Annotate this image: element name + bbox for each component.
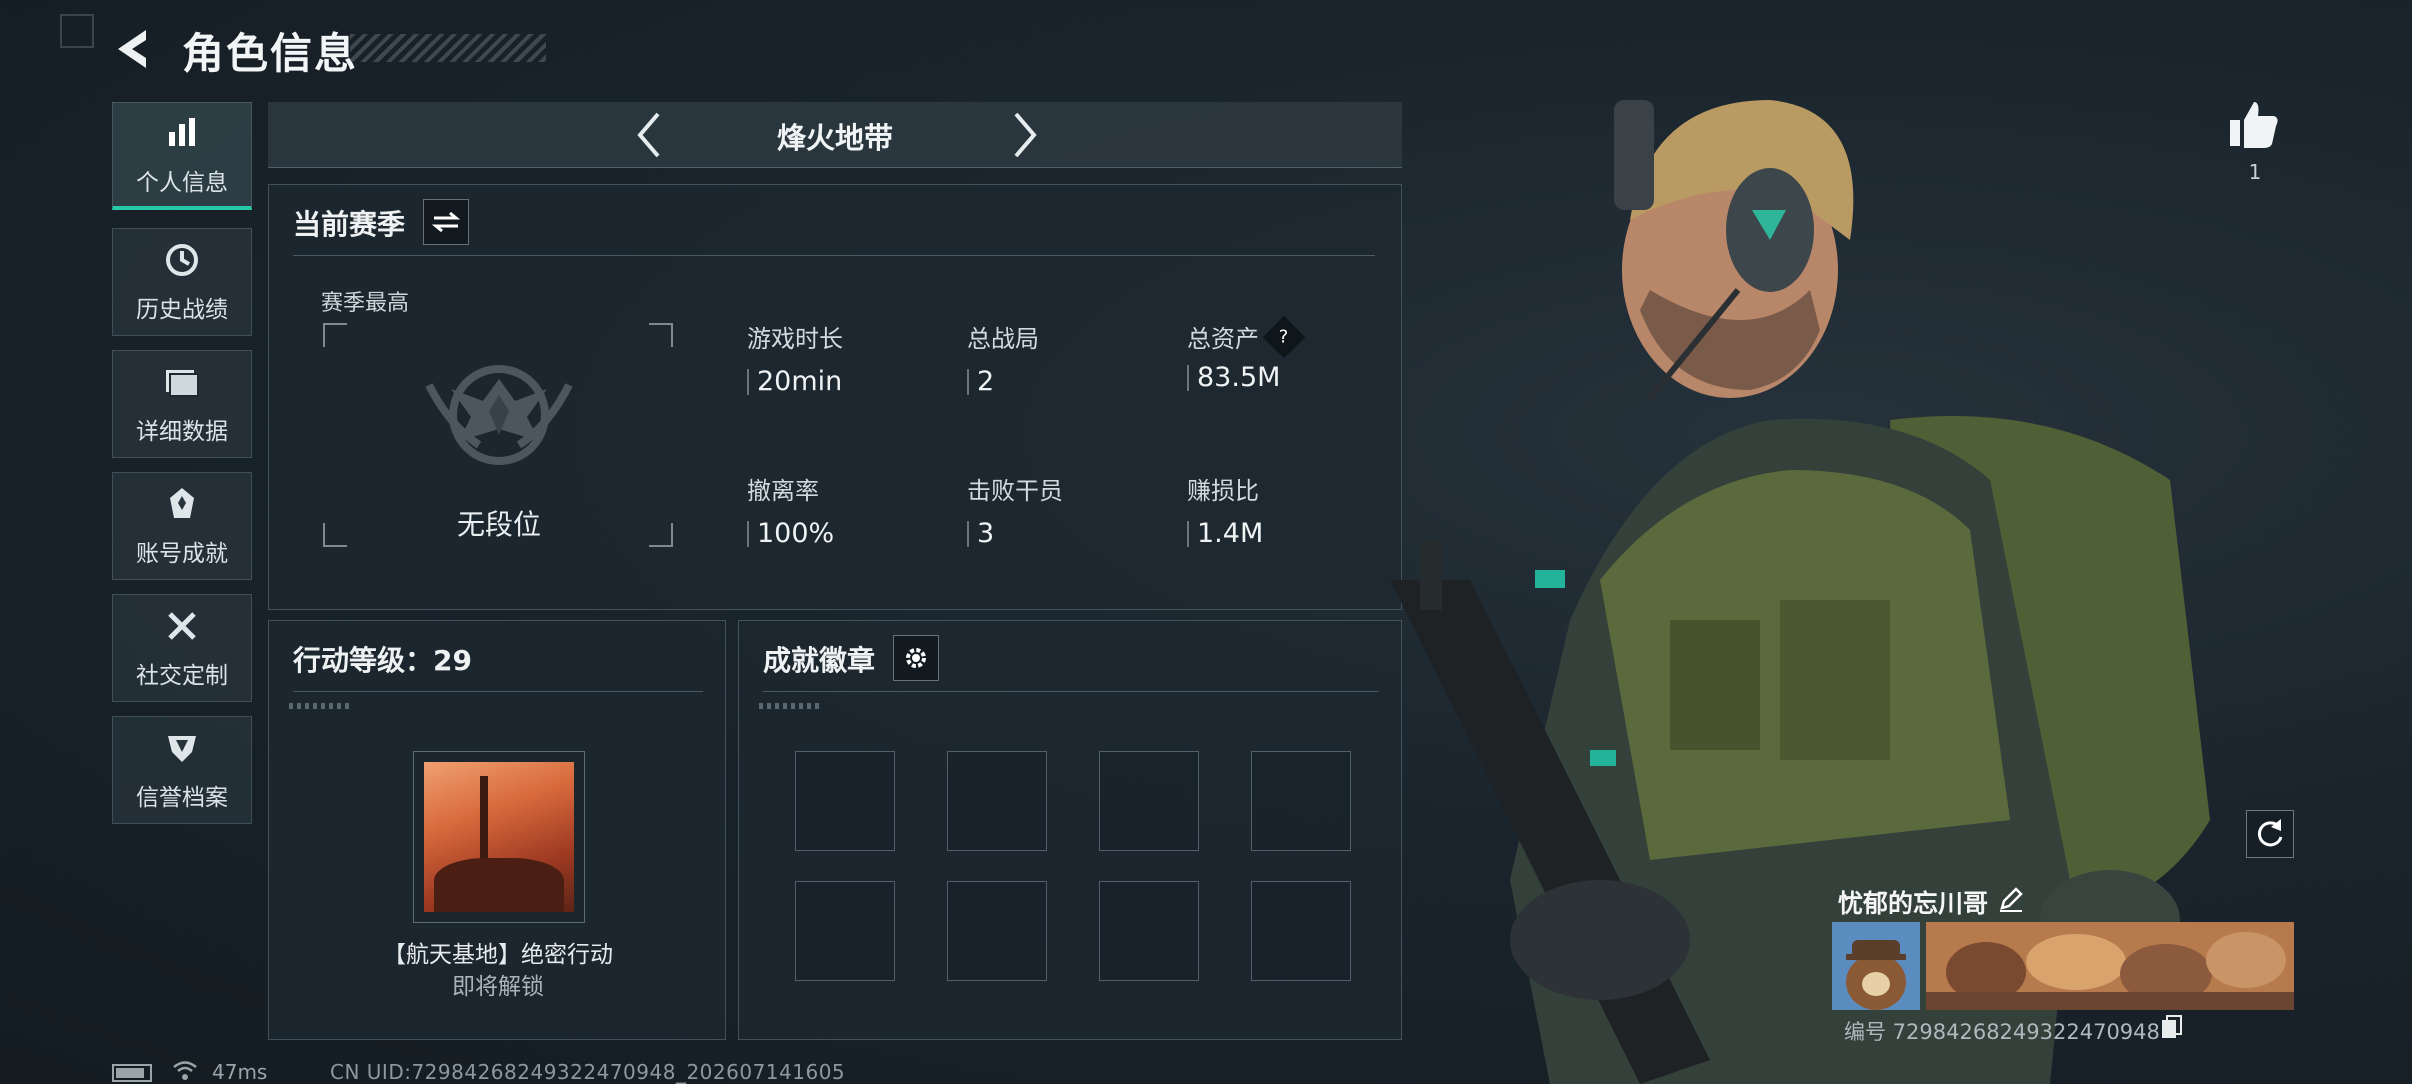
sidebar-item-achievements[interactable]: 账号成就	[112, 472, 252, 580]
folder-icon	[162, 362, 202, 402]
stat-total-assets: 总资产 ? 83.5M	[1187, 315, 1306, 393]
copy-icon	[2162, 1015, 2182, 1038]
badge-slot[interactable]	[947, 881, 1047, 981]
like-button[interactable]	[2226, 96, 2282, 152]
map-next-button[interactable]	[1004, 110, 1044, 160]
rank-emblem-icon	[419, 345, 579, 485]
battery-icon	[112, 1064, 152, 1082]
operation-level-title: 行动等级：29	[293, 644, 472, 677]
credit-shield-icon	[162, 728, 202, 768]
badge-slot[interactable]	[1251, 751, 1351, 851]
swap-icon	[432, 211, 460, 233]
uid-text: CN UID:7298426824932247094​8_20260714160…	[330, 1060, 846, 1084]
help-icon[interactable]: ?	[1262, 315, 1306, 358]
space-base-thumbnail	[424, 762, 574, 912]
sidebar-item-credit-record[interactable]: 信誉档案	[112, 716, 252, 824]
tools-icon	[162, 606, 202, 646]
map-prev-button[interactable]	[630, 110, 670, 160]
like-count: 1	[2248, 160, 2262, 184]
edit-name-button[interactable]	[1996, 884, 2026, 914]
stat-extraction-rate: 撤离率 100%	[747, 477, 835, 549]
season-panel: 当前赛季 赛季最高 无段位 游戏时长 20min 总战局 2 总资产 ? 83.…	[268, 184, 1402, 610]
sidebar-item-label: 社交定制	[136, 663, 228, 689]
unlock-status: 即将解锁	[452, 974, 544, 1000]
season-switch-button[interactable]	[423, 199, 469, 245]
history-clock-icon	[162, 240, 202, 280]
wifi-icon	[172, 1058, 198, 1082]
frame-corner	[649, 323, 673, 347]
achievement-icon	[162, 484, 202, 524]
page-title: 角色信息	[182, 29, 359, 78]
sidebar-item-detailed-data[interactable]: 详细数据	[112, 350, 252, 458]
tick-decoration	[289, 703, 349, 709]
rank-text: 无段位	[456, 508, 541, 541]
player-name: 忧郁的忘川哥	[1838, 889, 1989, 918]
sidebar-item-history[interactable]: 历史战绩	[112, 228, 252, 336]
sidebar-item-label: 历史战绩	[136, 297, 228, 323]
player-id: 编号 7298426824932247094​8	[1844, 1020, 2160, 1044]
title-decoration	[350, 34, 546, 62]
season-peak-label: 赛季最高	[321, 291, 410, 316]
badge-slot[interactable]	[795, 881, 895, 981]
badge-slot[interactable]	[795, 751, 895, 851]
thumbs-up-icon	[2230, 102, 2278, 148]
stat-total-matches: 总战局 2	[967, 325, 1039, 397]
stat-profit-loss-ratio: 赚损比 1.4M	[1187, 477, 1264, 549]
back-arrow-icon	[118, 30, 146, 68]
divider	[293, 691, 703, 692]
pencil-icon	[2000, 887, 2023, 912]
badge-slot[interactable]	[947, 751, 1047, 851]
ping-text: 47ms	[212, 1060, 268, 1084]
unlock-item-name: 【航天基地】绝密行动	[383, 942, 613, 968]
season-title: 当前赛季	[293, 208, 406, 241]
gear-icon	[906, 648, 926, 668]
achievement-badges-panel: 成就徽章	[738, 620, 1402, 1040]
tick-decoration	[759, 703, 819, 709]
chevron-right-icon	[1014, 112, 1037, 158]
frame-corner	[323, 523, 347, 547]
badge-slot[interactable]	[1099, 881, 1199, 981]
rotate-model-button[interactable]	[2246, 810, 2294, 858]
chevron-left-icon	[637, 112, 660, 158]
stat-play-time: 游戏时长 20min	[747, 325, 843, 397]
map-name: 烽火地带	[776, 121, 893, 155]
refresh-icon	[2257, 819, 2283, 847]
sidebar-item-label: 信誉档案	[136, 785, 228, 811]
avatar[interactable]	[1832, 922, 1920, 1010]
sidebar-item-label: 详细数据	[136, 419, 228, 445]
unlock-reward-item[interactable]	[413, 751, 585, 923]
sidebar-item-social-custom[interactable]: 社交定制	[112, 594, 252, 702]
badge-slot[interactable]	[1099, 751, 1199, 851]
frame-corner	[323, 323, 347, 347]
sidebar-item-label: 个人信息	[136, 169, 228, 196]
stat-operators-defeated: 击败干员 3	[967, 477, 1063, 549]
frame-corner	[649, 523, 673, 547]
sidebar-item-label: 账号成就	[136, 541, 228, 567]
corner-decoration	[60, 14, 94, 48]
divider	[293, 255, 1375, 256]
divider	[763, 691, 1379, 692]
back-button[interactable]	[112, 26, 158, 72]
bar-chart-icon	[162, 113, 202, 153]
operation-level-panel: 行动等级：29 【航天基地】绝密行动 即将解锁	[268, 620, 726, 1040]
badge-settings-button[interactable]	[893, 635, 939, 681]
badge-slot[interactable]	[1251, 881, 1351, 981]
badges-title: 成就徽章	[763, 644, 876, 677]
profile-banner	[1926, 922, 2294, 1010]
sidebar-item-personal-info[interactable]: 个人信息	[112, 102, 252, 210]
copy-id-button[interactable]	[2160, 1014, 2184, 1040]
